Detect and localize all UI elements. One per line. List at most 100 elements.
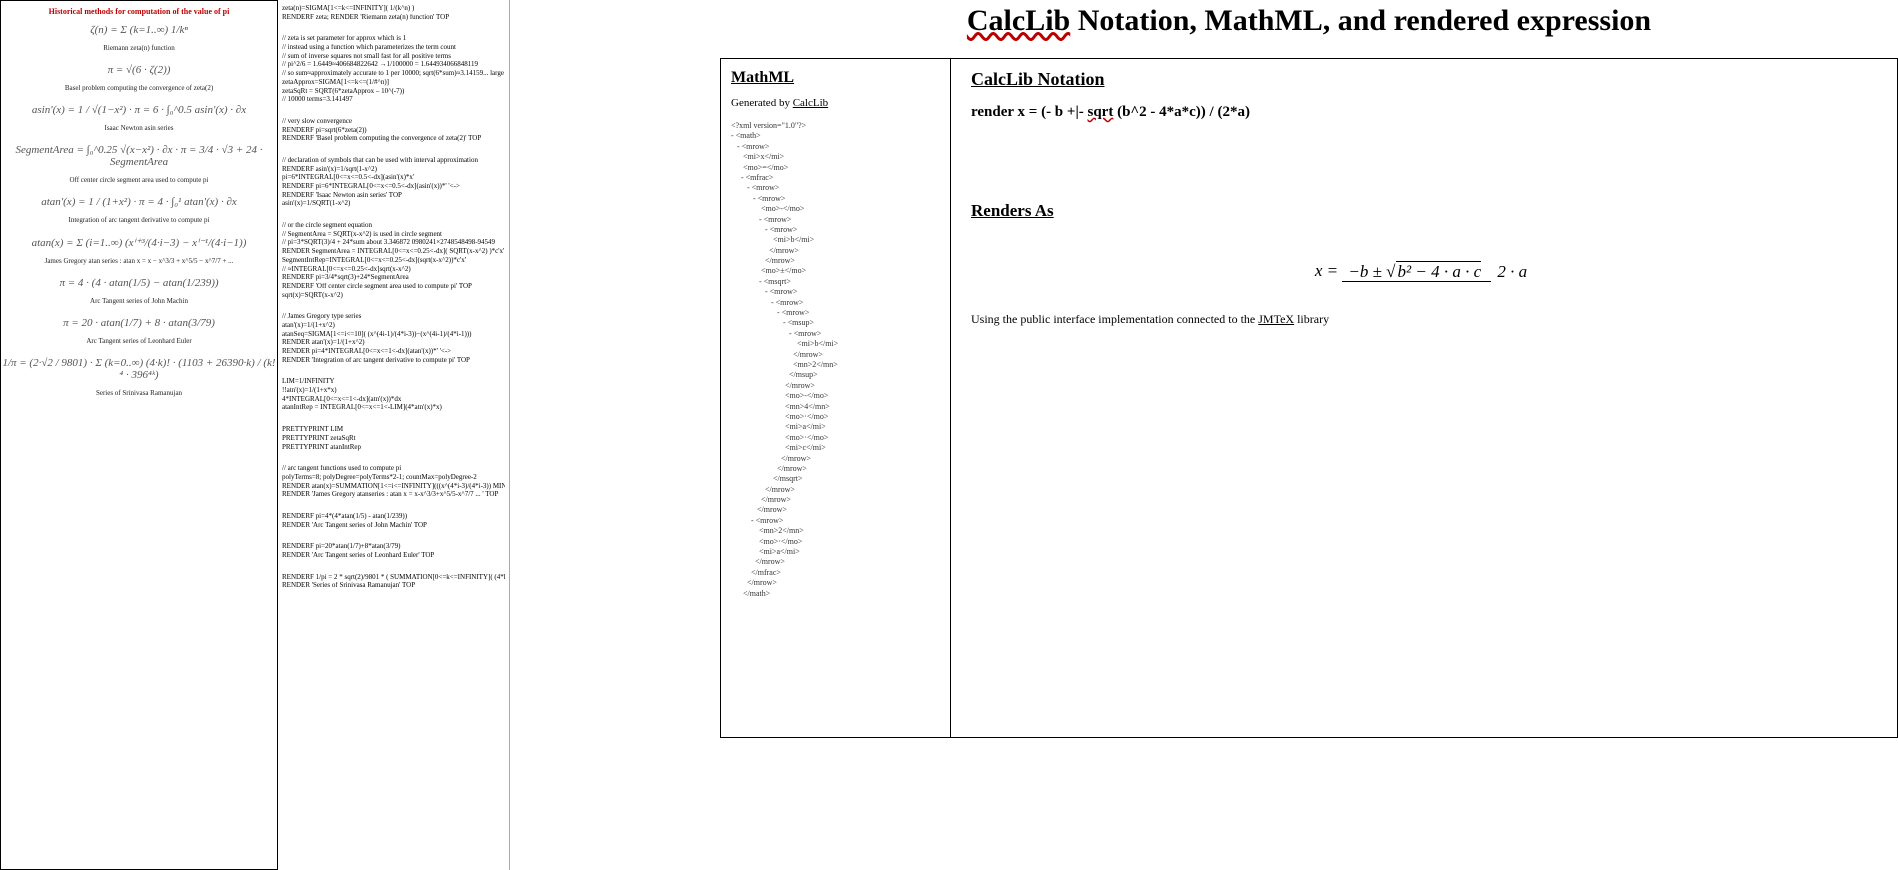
code-line: RENDERF 'Isaac Newton asin series' TOP (282, 192, 505, 200)
code-line: // 10000 terms=3.141497 (282, 96, 505, 104)
code-line: atan'(x)=1/(1+x^2) (282, 322, 505, 330)
footer-note: Using the public interface implementatio… (971, 312, 1877, 327)
code-line: PRETTYPRINT LIM (282, 426, 505, 434)
left-block: π = √(6 · ζ(2)) Basel problem computing t… (1, 64, 277, 92)
code-line: // James Gregory type series (282, 313, 505, 321)
code-line: LIM=1/INFINITY (282, 378, 505, 386)
left-block: ζ(n) = Σ (k=1..∞) 1/kⁿ Riemann zeta(n) fu… (1, 24, 277, 52)
generated-line: Generated by CalcLib (731, 97, 940, 109)
code-line: // or the circle segment equation (282, 222, 505, 230)
equation-caption: Integration of arc tangent derivative to… (1, 216, 277, 224)
code-line: // very slow convergence (282, 118, 505, 126)
code-line: RENDERF 1/pi = 2 * sqrt(2)/9801 * ( SUMM… (282, 574, 505, 582)
calclib-column: CalcLib Notation render x = (- b +|- sqr… (951, 59, 1897, 737)
equation-display: asin'(x) = 1 / √(1−x²) · π = 6 · ∫₀^0.5 … (1, 104, 277, 116)
equation-caption: Arc Tangent series of Leonhard Euler (1, 337, 277, 345)
equation-caption: Basel problem computing the convergence … (1, 84, 277, 92)
code-line: !!atn'(x)=1/(1+x*x) (282, 387, 505, 395)
sqrt-radicand: b² − 4 · a · c (1396, 261, 1482, 281)
code-line: RENDER atan(x)=SUMMATION[1<=i<=INFINITY]… (282, 483, 505, 491)
left-block: 1/π = (2·√2 / 9801) · Σ (k=0..∞) (4·k)! … (1, 357, 277, 397)
equation-caption: Riemann zeta(n) function (1, 44, 277, 52)
render-expression: render x = (- b +|- sqrt (b^2 - 4*a*c)) … (971, 104, 1877, 121)
equation-display: SegmentArea = ∫₀^0.25 √(x−x²) · ∂x · π =… (1, 144, 277, 168)
code-line: // declaration of symbols that can be us… (282, 157, 505, 165)
code-line: // zeta is set parameter for approx whic… (282, 35, 505, 43)
fraction: −b ± √b² − 4 · a · c 2 · a (1342, 262, 1533, 282)
equation-caption: Series of Srinivasa Ramanujan (1, 389, 277, 397)
calclib-link[interactable]: CalcLib (793, 97, 828, 109)
code-line: zeta(n)=SIGMA[1<=k<=INFINITY]( 1/(k^n) ) (282, 5, 505, 13)
right-panel: CalcLib Notation, MathML, and rendered e… (720, 0, 1898, 870)
denominator: 2 · a (1491, 262, 1533, 281)
left-block: atan(x) = Σ (i=1..∞) (xⁱ⁺³/(4·i−3) − xⁱ⁻… (1, 236, 277, 265)
code-line: RENDERF pi=20*atan(1/7)+8*atan(3/79) (282, 543, 505, 551)
code-line: // arc tangent functions used to compute… (282, 465, 505, 473)
left-title: Historical methods for computation of th… (1, 7, 277, 16)
code-line: RENDER 'Arc Tangent series of Leonhard E… (282, 552, 505, 560)
equation-display: 1/π = (2·√2 / 9801) · Σ (k=0..∞) (4·k)! … (1, 357, 277, 381)
code-line: // pi^2/6 = 1.6449≈406684822642 →1/10000… (282, 61, 505, 69)
code-line: zetaApprox=SIGMA[1<=k<=(1/#^n)] (282, 79, 505, 87)
code-line: // so sum≈approximately accurate to 1 pe… (282, 70, 505, 78)
code-line: RENDERF pi=sqrt(6*zeta(2)) (282, 127, 505, 135)
code-line: RENDER 'Arc Tangent series of John Machi… (282, 522, 505, 530)
code-line: RENDERF pi=3/4*sqrt(3)+24*SegmentArea (282, 274, 505, 282)
code-block: // James Gregory type seriesatan'(x)=1/(… (282, 313, 505, 364)
code-line: RENDERF 'Off center circle segment area … (282, 283, 505, 291)
left-block: π = 20 · atan(1/7) + 8 · atan(3/79) Arc T… (1, 317, 277, 345)
code-line: // sum of inverse squares not small fast… (282, 53, 505, 61)
code-block: // very slow convergenceRENDERF pi=sqrt(… (282, 118, 505, 143)
code-line: sqrt(x)=SQRT(x-x^2) (282, 292, 505, 300)
numerator: −b ± √b² − 4 · a · c (1342, 262, 1491, 282)
code-line: RENDERF pi=4*(4*atan(1/5) - atan(1/239)) (282, 513, 505, 521)
mid-panel: zeta(n)=SIGMA[1<=k<=INFINITY]( 1/(k^n) )… (278, 0, 510, 870)
code-line: RENDERF 'Basel problem computing the con… (282, 135, 505, 143)
title-rest: Notation, MathML, and rendered expressio… (1070, 4, 1651, 37)
code-line: pi=6*INTEGRAL[0<=x<=0.5<-dx](asin'(x)*x' (282, 174, 505, 182)
mathml-heading: MathML (731, 69, 940, 87)
jmtex-link[interactable]: JMTeX (1258, 312, 1294, 326)
equation-display: π = 4 · (4 · atan(1/5) − atan(1/239)) (1, 277, 277, 289)
code-line: RENDER 'Series of Srinivasa Ramanujan' T… (282, 582, 505, 590)
code-line: RENDER 'Integration of arc tangent deriv… (282, 357, 505, 365)
equation-display: π = 20 · atan(1/7) + 8 · atan(3/79) (1, 317, 277, 329)
code-block: RENDERF 1/pi = 2 * sqrt(2)/9801 * ( SUMM… (282, 574, 505, 590)
code-line: RENDERF zeta; RENDER 'Riemann zeta(n) fu… (282, 14, 505, 22)
equation-caption: Isaac Newton asin series (1, 124, 277, 132)
code-block: // declaration of symbols that can be us… (282, 157, 505, 208)
code-block: PRETTYPRINT LIMPRETTYPRINT zetaSqRtPRETT… (282, 426, 505, 451)
equation-display: ζ(n) = Σ (k=1..∞) 1/kⁿ (1, 24, 277, 36)
rendered-equation: x = −b ± √b² − 4 · a · c 2 · a (971, 261, 1877, 282)
calclib-heading: CalcLib Notation (971, 69, 1877, 90)
code-line: polyTerms=8; polyDegree=polyTerms*2-1; c… (282, 474, 505, 482)
main-title: CalcLib Notation, MathML, and rendered e… (720, 4, 1898, 38)
code-line: // SegmentArea = SQRT(x-x^2) is used in … (282, 231, 505, 239)
code-line: zetaSqRt = SQRT(6*zetaApprox – 10^(-7)) (282, 88, 505, 96)
left-block: asin'(x) = 1 / √(1−x²) · π = 6 · ∫₀^0.5 … (1, 104, 277, 132)
code-line: RENDER 'James Gregory atanseries : atan … (282, 491, 505, 499)
left-block: atan'(x) = 1 / (1+x²) · π = 4 · ∫₀¹ atan… (1, 196, 277, 224)
left-block: SegmentArea = ∫₀^0.25 √(x−x²) · ∂x · π =… (1, 144, 277, 184)
renders-as-heading: Renders As (971, 201, 1877, 221)
left-panel: Historical methods for computation of th… (0, 0, 278, 870)
left-block: π = 4 · (4 · atan(1/5) − atan(1/239))Arc… (1, 277, 277, 305)
code-line: PRETTYPRINT atanIntRep (282, 444, 505, 452)
code-block: // arc tangent functions used to compute… (282, 465, 505, 499)
equation-caption: James Gregory atan series : atan x = x −… (1, 257, 277, 265)
code-line: atanIntRep = INTEGRAL[0<=x<=1<-LIM](4*at… (282, 404, 505, 412)
code-line: // instead using a function which parame… (282, 44, 505, 52)
two-column-box: MathML Generated by CalcLib <?xml versio… (720, 58, 1898, 738)
code-line: RENDERF asin'(x)=1/sqrt(1-x^2) (282, 166, 505, 174)
code-line: RENDER atan'(x)=1/(1+x^2) (282, 339, 505, 347)
code-line: 4*INTEGRAL[0<=x<=1<-dx](atn'(x))*dx (282, 396, 505, 404)
code-line: RENDER SegmentArea = INTEGRAL[0<=x<=0.25… (282, 248, 505, 256)
code-block: RENDERF pi=20*atan(1/7)+8*atan(3/79)REND… (282, 543, 505, 559)
equation-display: atan'(x) = 1 / (1+x²) · π = 4 · ∫₀¹ atan… (1, 196, 277, 208)
code-line: RENDERF pi=6*INTEGRAL[0<=x<=0.5<-dx](asi… (282, 183, 505, 191)
equation-display: π = √(6 · ζ(2)) (1, 64, 277, 76)
code-line: RENDER pi=4*INTEGRAL[0<=x<=1<-dx](atan'(… (282, 348, 505, 356)
equation-caption: Off center circle segment area used to c… (1, 176, 277, 184)
sqrt-underlined: sqrt (1088, 104, 1114, 120)
equation-display: atan(x) = Σ (i=1..∞) (xⁱ⁺³/(4·i−3) − xⁱ⁻… (1, 236, 277, 249)
